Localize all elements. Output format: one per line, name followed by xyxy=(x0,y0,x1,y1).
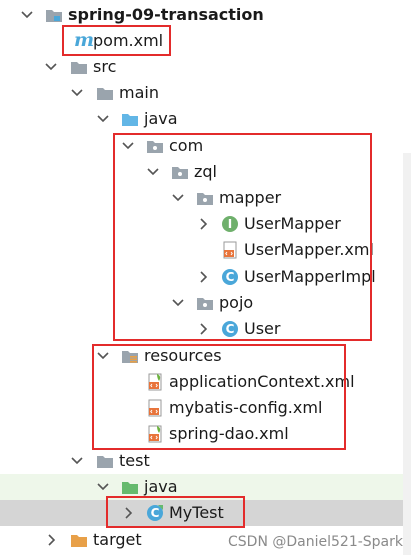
package-icon xyxy=(196,189,214,207)
folder-label-target: target xyxy=(93,530,142,549)
spring-xml-icon xyxy=(146,373,164,391)
folder-label-resources: resources xyxy=(144,346,222,365)
folder-label-test: test xyxy=(119,451,150,470)
tree-row-main[interactable]: main xyxy=(0,80,411,106)
class-label-user: User xyxy=(244,319,281,338)
watermark: CSDN @Daniel521-Spark xyxy=(228,534,403,550)
chevron-down-icon[interactable] xyxy=(121,139,135,153)
chevron-down-icon[interactable] xyxy=(146,165,160,179)
tree-row-user[interactable]: C User xyxy=(0,316,411,342)
file-label-application-context: applicationContext.xml xyxy=(169,372,355,391)
tree-row-user-mapper[interactable]: I UserMapper xyxy=(0,211,411,237)
chevron-down-icon[interactable] xyxy=(20,8,34,22)
folder-icon xyxy=(70,58,88,76)
tree-row-user-mapper-impl[interactable]: C UserMapperImpl xyxy=(0,264,411,290)
tree-row-pom[interactable]: m pom.xml xyxy=(0,28,411,54)
chevron-right-icon[interactable] xyxy=(196,270,210,284)
folder-label-test-java: java xyxy=(144,477,178,496)
xml-file-icon xyxy=(146,399,164,417)
tree-row-application-context[interactable]: applicationContext.xml xyxy=(0,369,411,395)
resources-folder-icon xyxy=(121,347,139,365)
tree-row-spring-dao[interactable]: spring-dao.xml xyxy=(0,421,411,447)
chevron-down-icon[interactable] xyxy=(70,454,84,468)
class-label-user-mapper-impl: UserMapperImpl xyxy=(244,267,376,286)
chevron-right-icon[interactable] xyxy=(44,533,58,547)
chevron-down-icon[interactable] xyxy=(44,60,58,74)
package-icon xyxy=(196,294,214,312)
tree-row-test-java[interactable]: java xyxy=(0,474,411,500)
class-letter: C xyxy=(225,322,235,336)
chevron-down-icon[interactable] xyxy=(171,296,185,310)
tree-row-mybatis-config[interactable]: mybatis-config.xml xyxy=(0,395,411,421)
file-label-pom: pom.xml xyxy=(93,31,164,50)
test-folder-icon xyxy=(121,478,139,496)
file-label-spring-dao: spring-dao.xml xyxy=(169,424,289,443)
maven-letter: m xyxy=(74,29,95,51)
source-folder-icon xyxy=(121,110,139,128)
folder-label-src: src xyxy=(93,57,117,76)
class-letter: C xyxy=(225,270,235,284)
tree-row-com[interactable]: com xyxy=(0,133,411,159)
interface-letter: I xyxy=(227,217,233,231)
project-name: spring-09-transaction xyxy=(68,5,264,24)
folder-icon xyxy=(96,84,114,102)
chevron-down-icon[interactable] xyxy=(96,349,110,363)
chevron-right-icon[interactable] xyxy=(121,506,135,520)
tree-row-project[interactable]: spring-09-transaction xyxy=(0,2,411,28)
package-icon xyxy=(146,137,164,155)
tree-row-test[interactable]: test xyxy=(0,448,411,474)
folder-icon xyxy=(96,452,114,470)
module-folder-icon xyxy=(45,6,63,24)
chevron-down-icon[interactable] xyxy=(96,480,110,494)
chevron-right-icon[interactable] xyxy=(196,217,210,231)
file-label-user-mapper-xml: UserMapper.xml xyxy=(244,240,374,259)
tree-row-my-test[interactable]: C MyTest xyxy=(0,500,411,526)
tree-row-user-mapper-xml[interactable]: UserMapper.xml xyxy=(0,237,411,263)
tree-row-main-java[interactable]: java xyxy=(0,106,411,132)
package-icon xyxy=(171,163,189,181)
class-label-user-mapper: UserMapper xyxy=(244,214,341,233)
folder-label-main: main xyxy=(119,83,159,102)
maven-icon: m xyxy=(72,29,95,51)
chevron-down-icon[interactable] xyxy=(96,112,110,126)
chevron-right-icon[interactable] xyxy=(196,322,210,336)
package-label-mapper: mapper xyxy=(219,188,282,207)
spring-xml-icon xyxy=(146,425,164,443)
tree-row-zql[interactable]: zql xyxy=(0,159,411,185)
excluded-folder-icon xyxy=(70,531,88,549)
package-label-pojo: pojo xyxy=(219,293,254,312)
tree-row-src[interactable]: src xyxy=(0,54,411,80)
chevron-down-icon[interactable] xyxy=(70,86,84,100)
tree-row-mapper[interactable]: mapper xyxy=(0,185,411,211)
vertical-scrollbar[interactable] xyxy=(403,153,411,555)
class-letter: C xyxy=(150,506,160,520)
chevron-down-icon[interactable] xyxy=(171,191,185,205)
tree-row-pojo[interactable]: pojo xyxy=(0,290,411,316)
package-label-zql: zql xyxy=(194,162,217,181)
xml-file-icon xyxy=(221,241,239,259)
tree-row-resources[interactable]: resources xyxy=(0,343,411,369)
class-label-my-test: MyTest xyxy=(169,503,224,522)
file-label-mybatis-config: mybatis-config.xml xyxy=(169,398,323,417)
package-label-com: com xyxy=(169,136,204,155)
folder-label-java: java xyxy=(144,109,178,128)
